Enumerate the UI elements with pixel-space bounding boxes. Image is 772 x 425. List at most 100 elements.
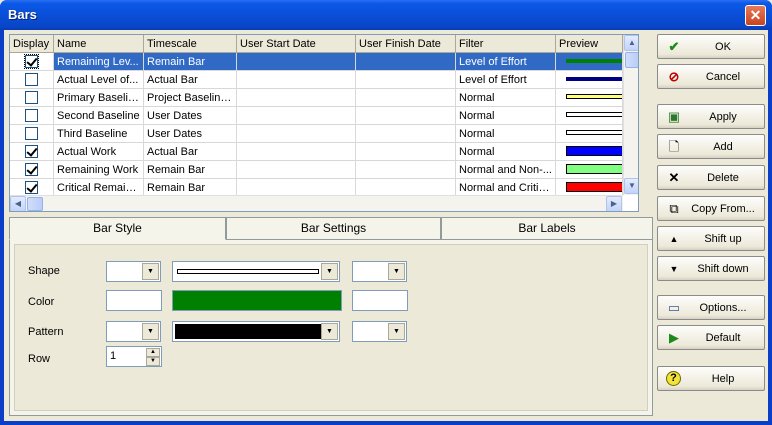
display-checkbox[interactable] — [25, 145, 38, 158]
spin-up-icon[interactable]: ▲ — [146, 348, 160, 357]
add-button[interactable]: 🗋 Add — [657, 134, 765, 159]
start-shape-combo[interactable]: ▼ — [106, 261, 161, 282]
table-row[interactable]: Primary Baseline Project Baseline... Norma… — [10, 89, 623, 107]
tab-bar-settings[interactable]: Bar Settings — [226, 217, 441, 239]
shift-up-button[interactable]: ▲ Shift up — [657, 226, 765, 251]
display-checkbox[interactable] — [25, 127, 38, 140]
filter-cell[interactable]: Level of Effort — [456, 71, 556, 89]
name-cell[interactable]: Primary Baseline — [54, 89, 144, 107]
table-row[interactable]: Actual Work Actual Bar Normal — [10, 143, 623, 161]
preview-cell[interactable] — [556, 71, 623, 89]
filter-cell[interactable]: Normal — [456, 89, 556, 107]
user-start-cell[interactable] — [237, 107, 356, 125]
user-finish-cell[interactable] — [356, 53, 456, 71]
vertical-scrollbar[interactable]: ▲ ▼ — [623, 35, 638, 195]
preview-cell[interactable] — [556, 107, 623, 125]
preview-cell[interactable] — [556, 143, 623, 161]
table-row[interactable]: Actual Level of... Actual Bar Level of Eff… — [10, 71, 623, 89]
scroll-right-icon[interactable]: ▶ — [606, 196, 622, 211]
delete-button[interactable]: ✕ Delete — [657, 165, 765, 190]
start-color-swatch[interactable] — [106, 290, 162, 311]
preview-cell[interactable] — [556, 89, 623, 107]
chevron-down-icon[interactable]: ▼ — [142, 323, 159, 340]
chevron-down-icon[interactable]: ▼ — [142, 263, 159, 280]
horizontal-scrollbar[interactable]: ◀ ▶ — [10, 195, 623, 211]
middle-color-swatch[interactable] — [172, 290, 342, 311]
preview-cell[interactable] — [556, 161, 623, 179]
name-cell[interactable]: Actual Work — [54, 143, 144, 161]
user-start-cell[interactable] — [237, 125, 356, 143]
table-row[interactable]: Remaining Lev... Remain Bar Level of Effor… — [10, 53, 623, 71]
cancel-button[interactable]: ⊘ Cancel — [657, 64, 765, 89]
name-cell[interactable]: Second Baseline — [54, 107, 144, 125]
close-button[interactable]: ✕ — [745, 5, 766, 26]
chevron-down-icon[interactable]: ▼ — [321, 323, 338, 340]
timescale-cell[interactable]: User Dates — [144, 107, 237, 125]
user-start-cell[interactable] — [237, 89, 356, 107]
user-finish-cell[interactable] — [356, 161, 456, 179]
name-cell[interactable]: Remaining Lev... — [54, 53, 144, 71]
timescale-cell[interactable]: Remain Bar — [144, 53, 237, 71]
timescale-cell[interactable]: User Dates — [144, 125, 237, 143]
help-button[interactable]: ? Help — [657, 366, 765, 391]
scroll-left-icon[interactable]: ◀ — [10, 196, 26, 211]
user-start-cell[interactable] — [237, 143, 356, 161]
timescale-cell[interactable]: Remain Bar — [144, 161, 237, 179]
name-cell[interactable]: Third Baseline — [54, 125, 144, 143]
apply-button[interactable]: ▣ Apply — [657, 104, 765, 129]
table-row[interactable]: Remaining Work Remain Bar Normal and Non-.… — [10, 161, 623, 179]
chevron-down-icon[interactable]: ▼ — [321, 263, 338, 280]
display-checkbox[interactable] — [25, 181, 38, 194]
tab-bar-labels[interactable]: Bar Labels — [441, 217, 653, 239]
column-header-user-start-date[interactable]: User Start Date — [237, 35, 356, 53]
end-pattern-combo[interactable]: ▼ — [352, 321, 407, 342]
display-checkbox[interactable] — [24, 54, 39, 69]
chevron-down-icon[interactable]: ▼ — [388, 263, 405, 280]
copy-from-button[interactable]: ⧉ Copy From... — [657, 196, 765, 221]
user-finish-cell[interactable] — [356, 125, 456, 143]
table-row[interactable]: Second Baseline User Dates Normal — [10, 107, 623, 125]
row-spinner[interactable]: 1 ▲ ▼ — [106, 346, 162, 367]
title-bar[interactable]: Bars ✕ — [0, 0, 772, 30]
user-finish-cell[interactable] — [356, 107, 456, 125]
end-color-swatch[interactable] — [352, 290, 408, 311]
user-finish-cell[interactable] — [356, 89, 456, 107]
column-header-timescale[interactable]: Timescale — [144, 35, 237, 53]
start-pattern-combo[interactable]: ▼ — [106, 321, 161, 342]
vertical-scroll-thumb[interactable] — [625, 52, 638, 68]
user-start-cell[interactable] — [237, 71, 356, 89]
preview-cell[interactable] — [556, 53, 623, 71]
chevron-down-icon[interactable]: ▼ — [388, 323, 405, 340]
display-checkbox[interactable] — [25, 73, 38, 86]
column-header-preview[interactable]: Preview — [556, 35, 623, 53]
column-header-name[interactable]: Name — [54, 35, 144, 53]
filter-cell[interactable]: Normal — [456, 143, 556, 161]
user-start-cell[interactable] — [237, 161, 356, 179]
user-finish-cell[interactable] — [356, 71, 456, 89]
column-header-display[interactable]: Display — [10, 35, 54, 53]
scroll-down-icon[interactable]: ▼ — [624, 178, 638, 194]
row-value[interactable]: 1 — [110, 350, 116, 362]
horizontal-scroll-thumb[interactable] — [27, 197, 43, 211]
display-checkbox[interactable] — [25, 91, 38, 104]
user-start-cell[interactable] — [237, 53, 356, 71]
timescale-cell[interactable]: Actual Bar — [144, 71, 237, 89]
user-finish-cell[interactable] — [356, 143, 456, 161]
filter-cell[interactable]: Normal and Non-... — [456, 161, 556, 179]
timescale-cell[interactable]: Project Baseline... — [144, 89, 237, 107]
display-checkbox[interactable] — [25, 109, 38, 122]
column-header-filter[interactable]: Filter — [456, 35, 556, 53]
shift-down-button[interactable]: ▼ Shift down — [657, 256, 765, 281]
tab-bar-style[interactable]: Bar Style — [9, 217, 226, 240]
filter-cell[interactable]: Normal — [456, 125, 556, 143]
end-shape-combo[interactable]: ▼ — [352, 261, 407, 282]
display-checkbox[interactable] — [25, 163, 38, 176]
options-button[interactable]: ▭ Options... — [657, 295, 765, 320]
name-cell[interactable]: Actual Level of... — [54, 71, 144, 89]
column-header-user-finish-date[interactable]: User Finish Date — [356, 35, 456, 53]
filter-cell[interactable]: Normal — [456, 107, 556, 125]
default-button[interactable]: ▶ Default — [657, 325, 765, 350]
spin-down-icon[interactable]: ▼ — [146, 357, 160, 366]
middle-pattern-combo[interactable]: ▼ — [172, 321, 340, 342]
ok-button[interactable]: ✔ OK — [657, 34, 765, 59]
